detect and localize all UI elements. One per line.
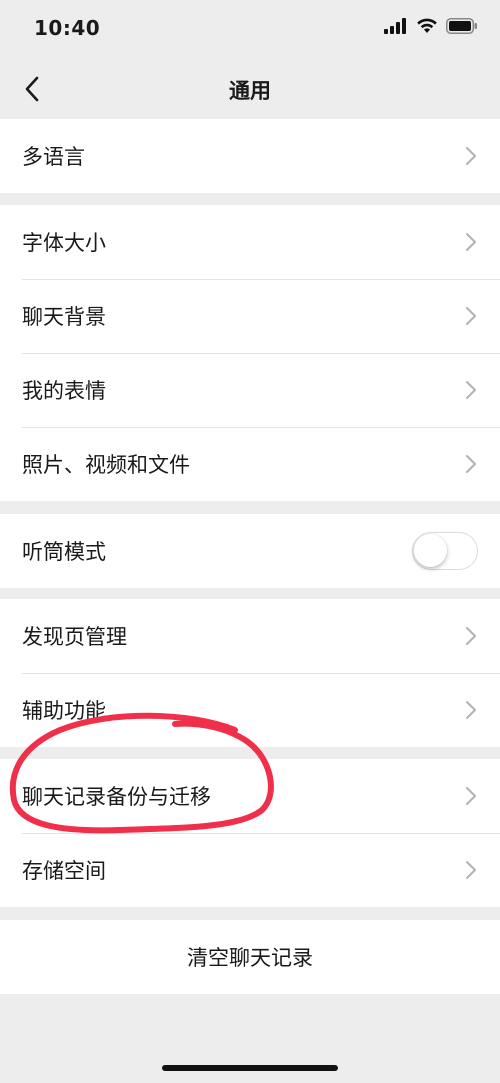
row-label: 我的表情 xyxy=(22,379,106,403)
chevron-right-icon xyxy=(466,787,476,805)
row-label: 发现页管理 xyxy=(22,625,127,649)
settings-group-earpiece: 听筒模式 xyxy=(0,514,500,588)
row-label: 字体大小 xyxy=(22,231,106,255)
row-label: 聊天背景 xyxy=(22,305,106,329)
earpiece-mode-toggle[interactable] xyxy=(412,532,478,570)
settings-row-my-stickers[interactable]: 我的表情 xyxy=(0,353,500,427)
settings-row-language[interactable]: 多语言 xyxy=(0,119,500,193)
chevron-right-icon xyxy=(466,233,476,251)
wifi-icon xyxy=(417,18,437,33)
settings-row-storage[interactable]: 存储空间 xyxy=(0,833,500,907)
chevron-right-icon xyxy=(466,307,476,325)
home-indicator xyxy=(162,1065,338,1071)
chevron-right-icon xyxy=(466,381,476,399)
settings-row-font-size[interactable]: 字体大小 xyxy=(0,205,500,279)
battery-icon xyxy=(446,18,477,34)
chevron-right-icon xyxy=(466,861,476,879)
settings-row-chat-backup-migration[interactable]: 聊天记录备份与迁移 xyxy=(0,759,500,833)
settings-group-discover: 发现页管理 辅助功能 xyxy=(0,599,500,747)
signal-icon xyxy=(384,18,406,34)
row-label: 聊天记录备份与迁移 xyxy=(22,785,211,809)
row-label: 多语言 xyxy=(22,145,85,169)
clear-chat-history-button[interactable]: 清空聊天记录 xyxy=(0,920,500,994)
settings-group-display: 字体大小 聊天背景 我的表情 照片、视频和文件 xyxy=(0,205,500,501)
chevron-right-icon xyxy=(466,147,476,165)
settings-row-accessibility[interactable]: 辅助功能 xyxy=(0,673,500,747)
row-label: 照片、视频和文件 xyxy=(22,453,190,477)
clear-history-group: 清空聊天记录 xyxy=(0,920,500,994)
settings-row-earpiece-mode: 听筒模式 xyxy=(0,514,500,588)
settings-row-discover-management[interactable]: 发现页管理 xyxy=(0,599,500,673)
nav-bar: 通用 xyxy=(0,60,500,118)
chevron-right-icon xyxy=(466,701,476,719)
settings-row-chat-background[interactable]: 聊天背景 xyxy=(0,279,500,353)
chevron-right-icon xyxy=(466,455,476,473)
toggle-knob xyxy=(414,534,447,567)
page-title: 通用 xyxy=(229,79,271,103)
row-label: 辅助功能 xyxy=(22,699,106,723)
chevron-right-icon xyxy=(466,627,476,645)
status-icons xyxy=(384,18,478,34)
row-label: 听筒模式 xyxy=(22,540,106,564)
status-bar: 10:40 xyxy=(0,0,500,60)
settings-group-storage: 聊天记录备份与迁移 存储空间 xyxy=(0,759,500,907)
settings-row-photos-videos-files[interactable]: 照片、视频和文件 xyxy=(0,427,500,501)
status-time: 10:40 xyxy=(34,16,101,40)
row-label: 存储空间 xyxy=(22,859,106,883)
settings-group-language: 多语言 xyxy=(0,119,500,193)
